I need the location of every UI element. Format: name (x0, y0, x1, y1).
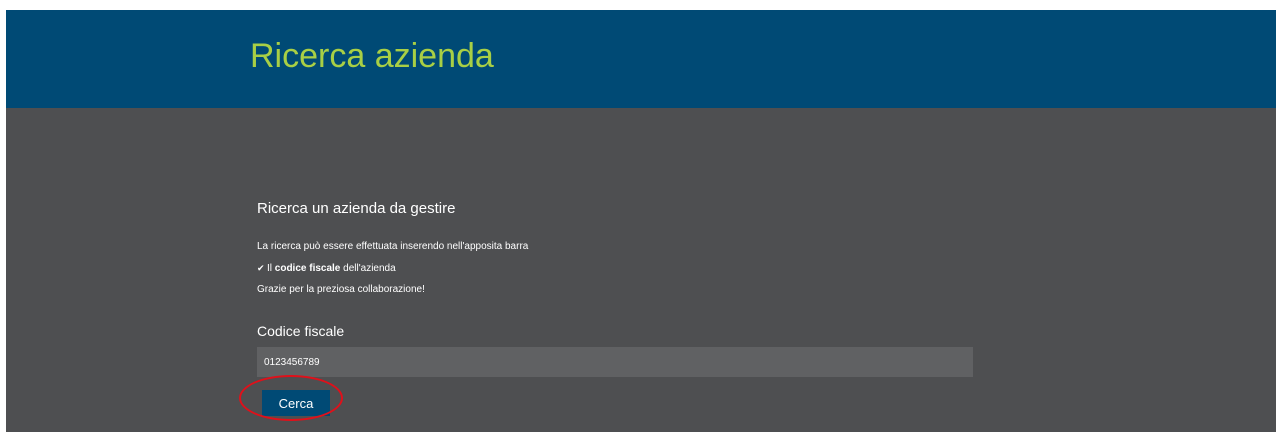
bullet-item: ✔ Il codice fiscale dell'azienda (257, 261, 396, 276)
section-title: Ricerca un azienda da gestire (257, 200, 456, 217)
cerca-button[interactable]: Cerca (262, 390, 330, 416)
search-panel: Ricerca un azienda da gestire La ricerca… (257, 198, 977, 416)
page-title: Ricerca azienda (250, 37, 494, 75)
thanks-text: Grazie per la preziosa collaborazione! (257, 284, 425, 295)
codice-fiscale-label: Codice fiscale (257, 323, 345, 339)
bullet-prefix: Il (267, 263, 275, 274)
codice-fiscale-input[interactable] (257, 347, 973, 377)
description-text: La ricerca può essere effettuata inseren… (257, 241, 529, 252)
page-frame: Ricerca azienda Ricerca un azienda da ge… (6, 10, 1276, 432)
bullet-bold-text: codice fiscale (274, 263, 341, 274)
check-icon: ✔ (257, 263, 265, 273)
bullet-suffix: dell'azienda (340, 263, 396, 274)
header-bar: Ricerca azienda (6, 10, 1276, 108)
